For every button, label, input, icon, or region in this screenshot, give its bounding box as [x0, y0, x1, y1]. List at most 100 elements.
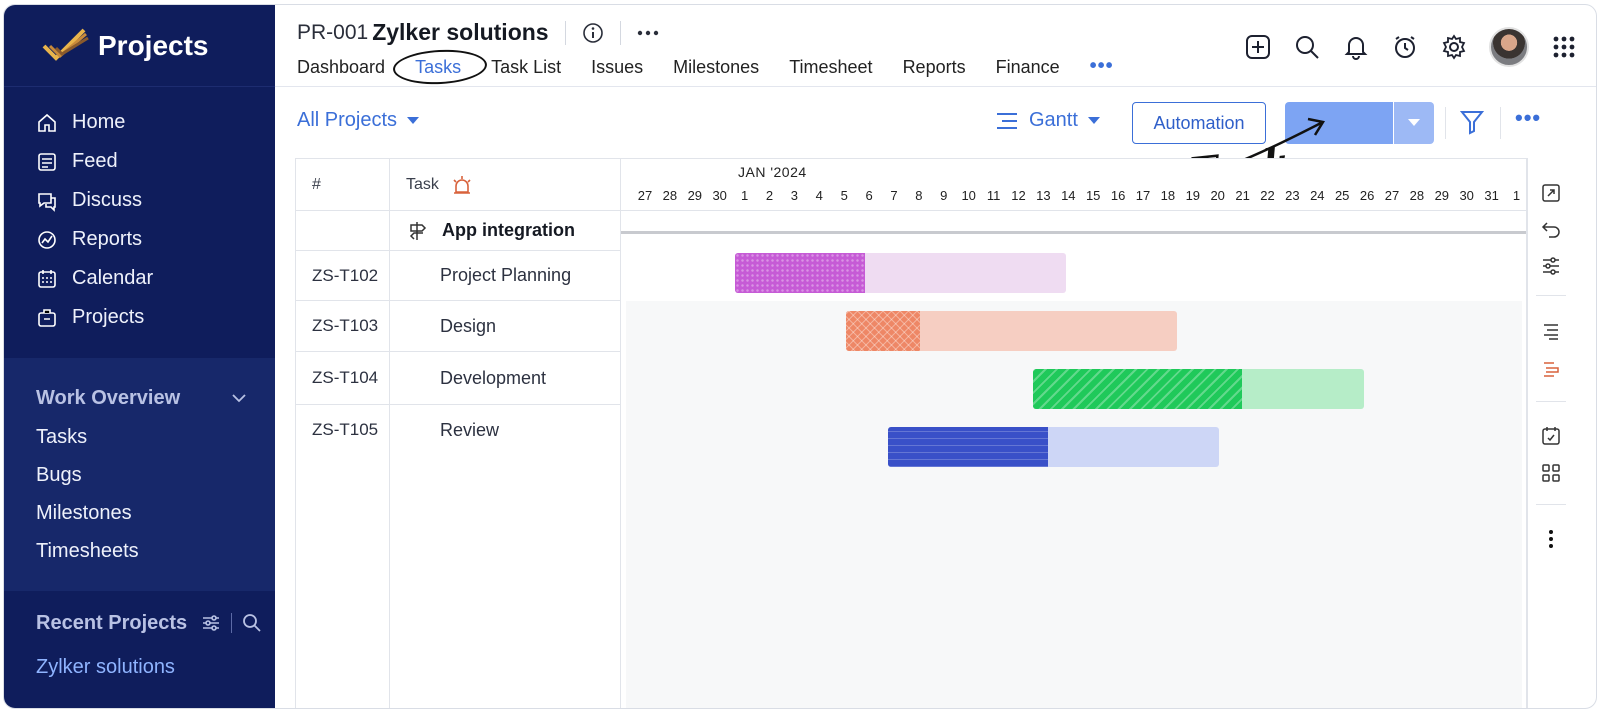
recent-project-item[interactable]: Zylker solutions	[4, 647, 275, 687]
feed-icon	[36, 151, 58, 173]
caret-down-icon	[407, 116, 420, 124]
timeline-day: 12	[1011, 188, 1026, 203]
add-icon[interactable]	[1244, 33, 1272, 61]
group-name: App integration	[442, 220, 575, 240]
divider	[1500, 107, 1501, 139]
tab-finance[interactable]: Finance	[996, 57, 1060, 78]
chevron-down-icon	[232, 394, 246, 403]
task-bar-project-planning[interactable]	[735, 253, 1066, 293]
recent-projects-section: Recent Projects Zylker solutions	[4, 603, 275, 687]
project-tabs: Dashboard Tasks Task List Issues Milesto…	[297, 55, 1114, 78]
nav-label: Discuss	[72, 189, 143, 211]
task-row[interactable]: Project Planning	[390, 251, 620, 301]
nav-reports[interactable]: Reports	[4, 220, 275, 259]
all-projects-label: All Projects	[297, 109, 398, 131]
tab-tasks[interactable]: Tasks	[415, 57, 461, 78]
all-projects-dropdown[interactable]: All Projects	[297, 109, 420, 132]
timeline-month: JAN '2024	[738, 164, 807, 180]
caret-down-icon	[1408, 119, 1420, 126]
work-overview-tasks[interactable]: Tasks	[4, 418, 275, 456]
timeline-day: 17	[1135, 188, 1151, 203]
task-row[interactable]: Design	[390, 301, 620, 352]
calendar-check-icon[interactable]	[1540, 425, 1562, 447]
sidebar: Projects Home Feed Discuss Reports Calen…	[4, 5, 275, 708]
search-icon[interactable]	[1293, 33, 1321, 61]
header-actions	[1244, 27, 1578, 67]
tab-dashboard[interactable]: Dashboard	[297, 57, 385, 78]
timeline-day: 22	[1260, 188, 1275, 203]
timeline-day: 31	[1484, 188, 1499, 203]
critical-path-icon[interactable]	[1540, 359, 1562, 381]
divider	[619, 20, 621, 45]
timeline-day: 18	[1160, 188, 1176, 203]
alarm-icon[interactable]	[451, 174, 473, 196]
task-bar-review[interactable]	[888, 427, 1219, 467]
task-column: Task App integration Project Planning De…	[390, 159, 621, 708]
timeline-header: JAN '2024 27 28 29 30 1 2 3 4 5 6 7 8 9 10 11 12 13 14 15 1…	[621, 159, 1526, 211]
group-summary-bar[interactable]	[621, 231, 1526, 234]
timer-icon[interactable]	[1391, 33, 1419, 61]
tab-timesheet[interactable]: Timesheet	[789, 57, 872, 78]
timeline-day: 14	[1061, 188, 1076, 203]
brand[interactable]: Projects	[4, 5, 275, 87]
work-overview-header[interactable]: Work Overview	[4, 378, 275, 418]
timeline-day: 27	[1384, 188, 1400, 203]
task-bar-design[interactable]	[846, 311, 1177, 351]
caret-down-icon	[1087, 116, 1100, 124]
info-icon[interactable]	[582, 22, 604, 44]
timeline-day: 30	[712, 188, 727, 203]
timeline-day: 30	[1459, 188, 1474, 203]
toolbar-more-button[interactable]: •••	[1515, 105, 1541, 131]
nav-calendar[interactable]: Calendar	[4, 259, 275, 298]
automation-button[interactable]: Automation	[1132, 102, 1266, 144]
nav-feed[interactable]: Feed	[4, 142, 275, 181]
search-icon[interactable]	[242, 613, 262, 633]
timeline-day: 15	[1085, 188, 1101, 203]
add-task-dropdown[interactable]	[1394, 102, 1434, 144]
timeline-day: 24	[1310, 188, 1325, 203]
work-overview-timesheets[interactable]: Timesheets	[4, 532, 275, 570]
tab-reports[interactable]: Reports	[903, 57, 966, 78]
work-overview-bugs[interactable]: Bugs	[4, 456, 275, 494]
task-bar-development[interactable]	[1033, 369, 1364, 409]
project-name[interactable]: Zylker solutions	[372, 19, 548, 46]
filter-icon[interactable]	[1460, 109, 1484, 135]
filter-settings-icon[interactable]	[201, 613, 221, 633]
settings-icon[interactable]	[1440, 33, 1468, 61]
tab-task-list[interactable]: Task List	[491, 57, 561, 78]
app-grid-icon[interactable]	[1550, 33, 1578, 61]
nav-home[interactable]: Home	[4, 103, 275, 142]
view-selector[interactable]: Gantt	[995, 109, 1100, 132]
align-icon[interactable]	[1540, 320, 1562, 342]
apps-icon[interactable]	[1540, 462, 1562, 484]
undo-icon[interactable]	[1540, 218, 1562, 240]
adjust-icon[interactable]	[1540, 255, 1562, 277]
app-window: Projects Home Feed Discuss Reports Calen…	[3, 4, 1597, 709]
expand-icon[interactable]	[1540, 182, 1562, 204]
add-task-button[interactable]	[1285, 102, 1393, 144]
timeline-day: 9	[940, 188, 948, 203]
timeline-day: 1	[1512, 188, 1521, 203]
tabs-more-button[interactable]: •••	[1090, 55, 1114, 78]
nav-projects[interactable]: Projects	[4, 298, 275, 337]
task-id: ZS-T103	[296, 301, 389, 352]
work-overview-milestones[interactable]: Milestones	[4, 494, 275, 532]
work-overview-title: Work Overview	[36, 386, 181, 409]
nav-discuss[interactable]: Discuss	[4, 181, 275, 220]
user-avatar[interactable]	[1489, 27, 1529, 67]
timeline-day: 7	[890, 188, 898, 203]
divider	[231, 613, 233, 633]
group-row[interactable]: App integration	[390, 211, 620, 251]
task-row[interactable]: Development	[390, 352, 620, 405]
more-vertical-icon[interactable]	[1540, 528, 1562, 550]
projects-icon	[36, 307, 58, 329]
timeline-day: 5	[840, 188, 848, 203]
tab-milestones[interactable]: Milestones	[673, 57, 759, 78]
bell-icon[interactable]	[1342, 33, 1370, 61]
discuss-icon	[36, 190, 58, 212]
timeline-day: 21	[1235, 188, 1250, 203]
task-row[interactable]: Review	[390, 405, 620, 455]
more-options-icon[interactable]	[637, 29, 659, 37]
nav-label: Reports	[72, 228, 143, 250]
tab-issues[interactable]: Issues	[591, 57, 643, 78]
